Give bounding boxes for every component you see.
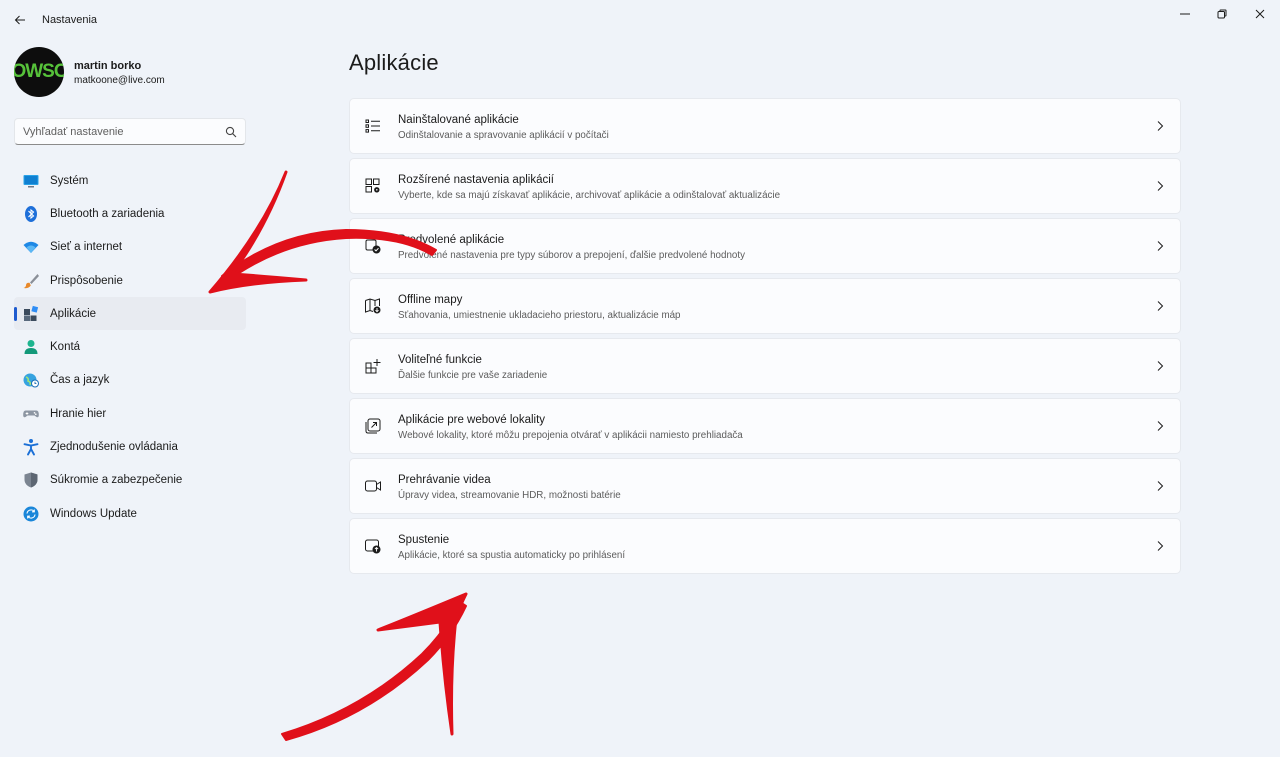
sidebar-item-label: Súkromie a zabezpečenie <box>50 474 183 487</box>
card-title: Voliteľné funkcie <box>398 354 482 366</box>
search-input[interactable] <box>23 124 219 140</box>
list-icon <box>364 117 382 135</box>
sidebar-item-personalization[interactable]: Prispôsobenie <box>14 264 246 297</box>
sidebar-item-label: Zjednodušenie ovládania <box>50 441 178 454</box>
apps-icon <box>22 305 40 323</box>
add-apps-icon <box>364 357 382 375</box>
close-button[interactable] <box>1242 0 1278 28</box>
annotation-arrowhead-bottom <box>376 592 468 736</box>
sidebar-item-label: Čas a jazyk <box>50 374 110 387</box>
restore-button[interactable] <box>1204 0 1240 28</box>
card-description: Ďalšie funkcie pre vaše zariadenie <box>398 370 548 381</box>
card-title: Predvolené aplikácie <box>398 234 505 246</box>
optional-features-card[interactable]: Voliteľné funkcie Ďalšie funkcie pre vaš… <box>349 338 1181 394</box>
sidebar-item-label: Systém <box>50 174 89 187</box>
advanced-app-settings-card[interactable]: Rozšírené nastavenia aplikácií Vyberte, … <box>349 158 1181 214</box>
offline-maps-card[interactable]: Offline mapy Sťahovania, umiestnenie ukl… <box>349 278 1181 334</box>
person-icon <box>22 338 40 356</box>
card-description: Sťahovania, umiestnenie ukladacieho prie… <box>398 310 681 321</box>
sidebar-item-label: Windows Update <box>50 507 137 520</box>
sidebar-item-accessibility[interactable]: Zjednodušenie ovládania <box>14 430 246 463</box>
sidebar-item-windows-update[interactable]: Windows Update <box>14 497 246 530</box>
card-description: Úpravy videa, streamovanie HDR, možnosti… <box>398 490 621 501</box>
video-icon <box>364 477 382 495</box>
card-title: Nainštalované aplikácie <box>398 114 519 126</box>
map-download-icon <box>364 297 382 315</box>
chevron-right-icon <box>1157 301 1164 311</box>
restore-icon <box>1217 9 1227 19</box>
chevron-right-icon <box>1157 541 1164 551</box>
search-icon[interactable] <box>225 126 237 138</box>
minimize-button[interactable] <box>1167 0 1203 28</box>
chevron-right-icon <box>1157 241 1164 251</box>
card-title: Prehrávanie videa <box>398 474 491 486</box>
chevron-right-icon <box>1157 361 1164 371</box>
card-title: Offline mapy <box>398 294 463 306</box>
chevron-right-icon <box>1157 421 1164 431</box>
accessibility-icon <box>22 438 40 456</box>
sidebar-item-label: Aplikácie <box>50 307 97 320</box>
avatar-logo-text: OWSC <box>14 61 64 82</box>
sidebar-item-label: Prispôsobenie <box>50 274 123 287</box>
sidebar-nav: Systém Bluetooth a zariadenia Sieť a int… <box>14 164 246 530</box>
apps-for-websites-card[interactable]: Aplikácie pre webové lokality Webové lok… <box>349 398 1181 454</box>
avatar[interactable]: OWSC <box>14 47 64 97</box>
user-name: martin borko <box>74 60 142 72</box>
back-arrow-icon <box>14 15 25 25</box>
sidebar-item-privacy[interactable]: Súkromie a zabezpečenie <box>14 464 246 497</box>
startup-card[interactable]: Spustenie Aplikácie, ktoré sa spustia au… <box>349 518 1181 574</box>
video-playback-card[interactable]: Prehrávanie videa Úpravy videa, streamov… <box>349 458 1181 514</box>
sidebar-item-gaming[interactable]: Hranie hier <box>14 397 246 430</box>
card-title: Rozšírené nastavenia aplikácií <box>398 174 554 186</box>
minimize-icon <box>1180 13 1190 15</box>
sidebar-item-accounts[interactable]: Kontá <box>14 330 246 363</box>
back-button[interactable] <box>8 8 32 32</box>
shield-icon <box>22 471 40 489</box>
chevron-right-icon <box>1157 181 1164 191</box>
sidebar-item-label: Hranie hier <box>50 407 107 420</box>
card-description: Webové lokality, ktoré môžu prepojenia o… <box>398 430 743 441</box>
sidebar-item-network[interactable]: Sieť a internet <box>14 231 246 264</box>
chevron-right-icon <box>1157 481 1164 491</box>
monitor-icon <box>22 172 40 190</box>
search-box[interactable] <box>14 118 246 145</box>
brush-icon <box>22 272 40 290</box>
sidebar-item-label: Sieť a internet <box>50 241 123 254</box>
apps-settings-icon <box>364 177 382 195</box>
gamepad-icon <box>22 405 40 423</box>
startup-icon <box>364 537 382 555</box>
sidebar-item-apps[interactable]: Aplikácie <box>14 297 246 331</box>
card-description: Aplikácie, ktoré sa spustia automaticky … <box>398 550 626 561</box>
sidebar-item-label: Bluetooth a zariadenia <box>50 207 165 220</box>
sync-icon <box>22 505 40 523</box>
globe-clock-icon <box>22 371 40 389</box>
sidebar-item-bluetooth[interactable]: Bluetooth a zariadenia <box>14 197 246 230</box>
window-title: Nastavenia <box>42 14 98 26</box>
close-icon <box>1255 9 1265 19</box>
sidebar-item-time-language[interactable]: Čas a jazyk <box>14 364 246 397</box>
wifi-icon <box>22 238 40 256</box>
sidebar-item-system[interactable]: Systém <box>14 164 246 197</box>
card-description: Odinštalovanie a spravovanie aplikácií v… <box>398 130 609 141</box>
settings-list: Nainštalované aplikácie Odinštalovanie a… <box>349 98 1181 578</box>
annotation-arrow-shaft-bottom <box>281 601 467 741</box>
card-title: Aplikácie pre webové lokality <box>398 414 546 426</box>
default-apps-icon <box>364 237 382 255</box>
chevron-right-icon <box>1157 121 1164 131</box>
bluetooth-icon <box>22 205 40 223</box>
default-apps-card[interactable]: Predvolené aplikácie Predvolené nastaven… <box>349 218 1181 274</box>
installed-apps-card[interactable]: Nainštalované aplikácie Odinštalovanie a… <box>349 98 1181 154</box>
card-description: Vyberte, kde sa majú získavať aplikácie,… <box>398 190 781 201</box>
card-description: Predvolené nastavenia pre typy súborov a… <box>398 250 745 261</box>
sidebar-item-label: Kontá <box>50 341 81 354</box>
page-title: Aplikácie <box>349 50 439 75</box>
open-in-app-icon <box>364 417 382 435</box>
user-email: matkoone@live.com <box>74 75 165 86</box>
card-title: Spustenie <box>398 534 450 546</box>
title-bar: Nastavenia <box>0 0 1280 40</box>
